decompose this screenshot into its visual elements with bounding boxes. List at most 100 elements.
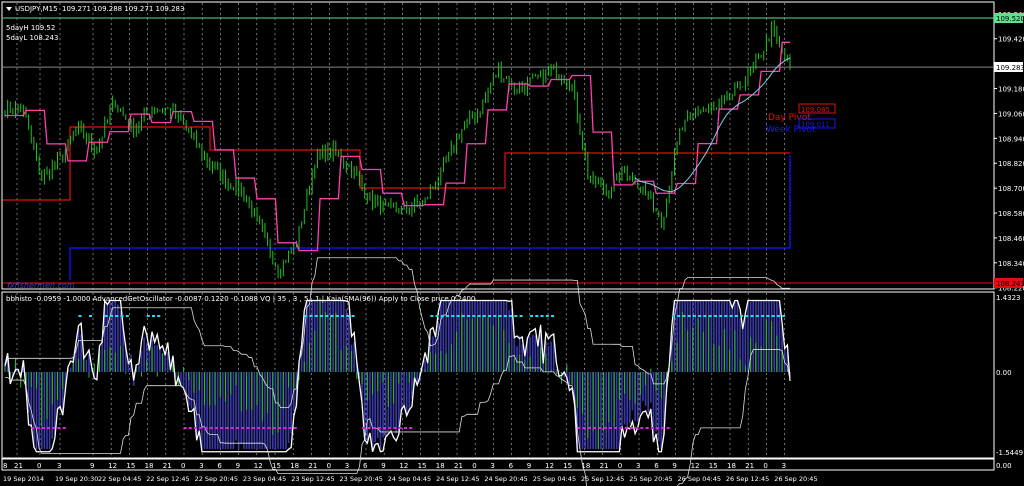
signal-dot-up [745,315,749,317]
week-pivot-value: 109.011 [801,121,830,129]
signal-dot-up [320,315,324,317]
signal-dot-down [661,427,665,429]
price-tick-label: 108.700 [998,185,1024,193]
hour-tick-label: 15 [563,462,572,470]
signal-dot-down [582,427,586,429]
ind-scale-zero: 0.00 [996,369,1012,377]
signal-dot-down [52,427,56,429]
signal-dot-down [225,427,229,429]
signal-dot-up [110,315,114,317]
hour-tick-label: 3 [636,462,640,470]
signal-dot-down [209,427,213,429]
signal-dot-down [246,427,250,429]
level-lines [3,17,994,284]
signal-dot-down [47,427,51,429]
signal-dot-up [766,315,770,317]
hour-tick-label: 15 [418,462,427,470]
hour-tick-label: 6 [654,462,659,470]
signal-dot-up [692,315,696,317]
signal-dot-up [545,315,549,317]
signal-dot-up [472,315,476,317]
signal-dot-up [755,315,759,317]
date-tick-label: 22 Sep 12:45 [146,475,189,483]
signal-dot-up [671,315,675,317]
signal-dot-down [603,427,607,429]
price-tick-label: 109.180 [998,86,1024,94]
date-tick-label: 26 Sep 20:45 [774,475,817,483]
signal-dot-down [635,427,639,429]
signal-dot-down [587,427,591,429]
hour-tick-label: 21 [163,462,172,470]
signal-dot-up [456,315,460,317]
signal-dot-down [393,427,397,429]
signal-dot-down [215,427,219,429]
signal-dot-down [608,427,612,429]
signal-dot-down [293,427,297,429]
hour-tick-label: 18 [581,462,590,470]
signal-dot-down [236,427,240,429]
signal-dot-up [104,315,108,317]
signal-dot-down [36,427,40,429]
hour-tick-label: 3 [490,462,494,470]
signal-dot-up [430,315,434,317]
hour-tick-label: 18 [290,462,299,470]
signal-dot-down [388,427,392,429]
signal-dot-up [446,315,450,317]
date-tick-label: 19 Sep 2014 [3,475,44,483]
signal-dot-down [204,427,208,429]
date-tick-label: 24 Sep 20:45 [484,475,527,483]
signal-dot-up [325,315,329,317]
date-tick-label: 25 Sep 04:45 [533,475,576,483]
current-price-text: 109.283 [996,64,1024,72]
fiveday-high: 5dayH 109.52 [6,24,55,32]
signal-dot-down [230,427,234,429]
hour-tick-label: 6 [363,462,368,470]
signal-dot-up [493,315,497,317]
signal-dot-up [115,315,119,317]
signal-dot-down [629,427,633,429]
signal-dot-up [530,315,534,317]
signal-dot-up [677,315,681,317]
signal-dot-up [125,315,129,317]
signal-dot-down [404,427,408,429]
hour-tick-label: 21 [308,462,317,470]
signal-dot-down [377,427,381,429]
hour-tick-label: 0 [472,462,476,470]
signal-dot-up [482,315,486,317]
signal-dot-up [724,315,728,317]
hour-tick-label: 3 [782,462,786,470]
symbol-label: USDJPY,M15 [15,5,58,13]
hour-tick-label: 12 [545,462,554,470]
signal-dot-up [314,315,318,317]
signal-dot-up [503,315,507,317]
price-tick-label: 108.340 [998,260,1024,268]
price-tick-label: 109.060 [998,110,1024,118]
hour-tick-label: 0 [618,462,622,470]
signal-dot-up [740,315,744,317]
hour-tick-label: 12 [691,462,700,470]
signal-dot-down [257,427,261,429]
hour-tick-label: 8 [3,462,7,470]
ind-scale-top: 1.4323 [996,294,1021,302]
signal-dot-down [57,427,61,429]
chart-canvas[interactable]: 8 21 0 3 9 12 15 18 21 0 3 6 9 12 15 18 21 0 3 6 9 12 15 18 21 0 3… [0,0,1024,486]
signal-dot-up [346,315,350,317]
signal-dot-up [782,315,786,317]
signal-dot-down [251,427,255,429]
fiveday-low: 5dayL 108.243 [6,34,58,42]
date-tick-label: 23 Sep 04:45 [243,475,286,483]
dropdown-triangle-icon[interactable] [6,7,12,11]
signal-dot-up [698,315,702,317]
hour-tick-label: 12 [108,462,117,470]
signal-dot-up [451,315,455,317]
signal-dot-down [666,427,670,429]
signal-dot-down [267,427,271,429]
signal-dot-up [713,315,717,317]
signal-dot-down [577,427,581,429]
hour-tick-label: 6 [509,462,514,470]
signal-dot-down [41,427,45,429]
date-tick-label: 23 Sep 12:45 [291,475,334,483]
signal-dot-down [593,427,597,429]
signal-dot-up [703,315,707,317]
hour-tick-label: 9 [236,462,240,470]
